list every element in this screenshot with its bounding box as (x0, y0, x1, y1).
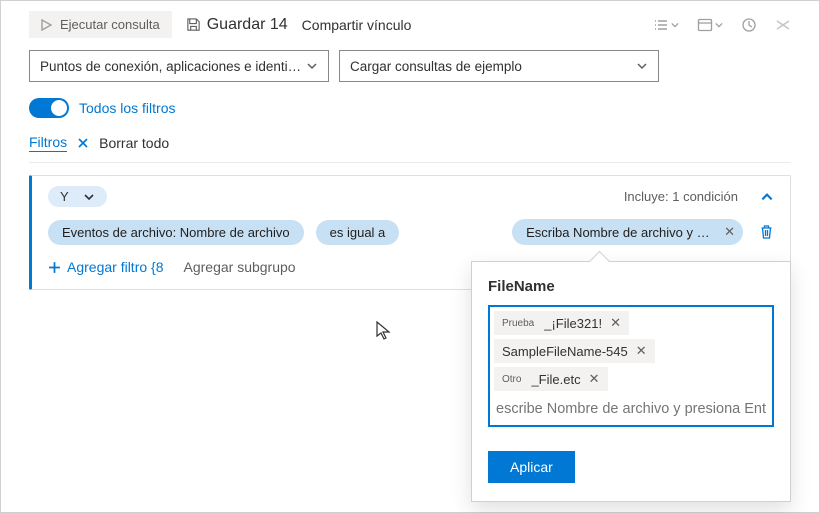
run-query-label: Ejecutar consulta (60, 17, 160, 32)
operator-label: Y (60, 189, 69, 204)
filters-link[interactable]: Filtros (29, 134, 67, 152)
chip-text: _¡File321! (544, 316, 602, 331)
save-button[interactable]: Guardar 14 (186, 16, 288, 34)
chip-remove-icon[interactable]: ✕ (636, 343, 647, 359)
share-link-button[interactable]: Compartir vínculo (302, 17, 412, 33)
toolbar-right-icons (653, 17, 791, 33)
close-icon[interactable] (77, 137, 89, 149)
sample-queries-dropdown[interactable]: Cargar consultas de ejemplo (339, 50, 659, 82)
all-filters-toggle[interactable] (29, 98, 69, 118)
plus-icon (48, 261, 61, 274)
filename-chip-input[interactable]: Prueba_¡File321!✕SampleFileName-545✕Otro… (488, 305, 774, 427)
all-filters-label: Todos los filtros (79, 100, 175, 116)
filename-popover: FileName Prueba_¡File321!✕SampleFileName… (471, 261, 791, 502)
save-label: Guardar 14 (207, 16, 288, 34)
popover-title: FileName (488, 278, 774, 295)
cursor-icon (376, 321, 392, 341)
chip-remove-icon[interactable]: ✕ (610, 315, 621, 331)
condition-operator-pill[interactable]: es igual a (316, 220, 400, 245)
filename-chip[interactable]: Otro _File.etc ✕ (494, 367, 608, 391)
close-icon[interactable]: ✕ (724, 224, 735, 240)
close-panel-icon[interactable] (775, 17, 791, 33)
delete-condition-icon[interactable] (759, 224, 774, 240)
condition-value-pill[interactable]: Escriba Nombre de archivo y presione… ✕ (512, 219, 743, 245)
operator-dropdown[interactable]: Y (48, 186, 107, 207)
filename-chip[interactable]: Prueba _¡File321! ✕ (494, 311, 629, 335)
apply-button[interactable]: Aplicar (488, 451, 575, 483)
add-subgroup-button[interactable]: Agregar subgrupo (184, 259, 296, 275)
chip-text: _File.etc (531, 372, 580, 387)
clear-all-button[interactable]: Borrar todo (99, 135, 169, 151)
includes-text: Incluye: 1 condición (624, 189, 738, 204)
add-filter-label: Agregar filtro {8 (67, 259, 164, 275)
chip-prefix: Prueba (502, 318, 534, 329)
chip-remove-icon[interactable]: ✕ (589, 371, 600, 387)
list-icon[interactable] (653, 17, 679, 33)
filename-chip[interactable]: SampleFileName-545 ✕ (494, 339, 655, 363)
run-query-button[interactable]: Ejecutar consulta (29, 11, 172, 38)
chevron-down-icon (306, 60, 318, 72)
chip-prefix: Otro (502, 374, 521, 385)
chevron-down-icon (636, 60, 648, 72)
clock-icon[interactable] (741, 17, 757, 33)
chip-text: SampleFileName-545 (502, 344, 628, 359)
calendar-icon[interactable] (697, 17, 723, 33)
scope-dropdown-label: Puntos de conexión, aplicaciones e ident… (40, 59, 306, 74)
condition-value-text: Escriba Nombre de archivo y presione… (526, 225, 716, 240)
chevron-down-icon (83, 191, 95, 203)
play-icon (41, 19, 52, 31)
scope-dropdown[interactable]: Puntos de conexión, aplicaciones e ident… (29, 50, 329, 82)
filename-text-input[interactable] (494, 395, 768, 425)
save-icon (186, 17, 201, 32)
add-filter-button[interactable]: Agregar filtro {8 (48, 259, 164, 275)
collapse-icon[interactable] (760, 190, 774, 204)
sample-queries-label: Cargar consultas de ejemplo (350, 59, 522, 74)
condition-field-pill[interactable]: Eventos de archivo: Nombre de archivo (48, 220, 304, 245)
